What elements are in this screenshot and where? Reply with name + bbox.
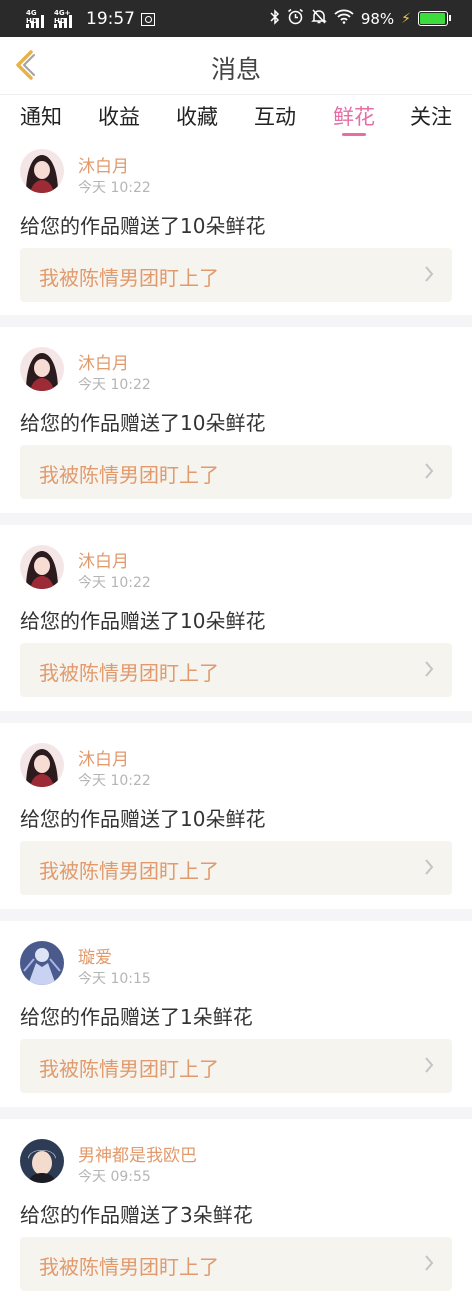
username[interactable]: 沐白月 xyxy=(78,745,129,770)
divider xyxy=(0,1107,472,1119)
nav-bar: 消息 xyxy=(0,37,472,95)
work-title: 我被陈情男团盯上了 xyxy=(39,266,219,290)
status-bar: 4G HD 4G+ HD 19:57 98% ⚡ xyxy=(0,0,472,37)
divider xyxy=(0,315,472,327)
work-title: 我被陈情男团盯上了 xyxy=(39,1057,219,1081)
bluetooth-icon xyxy=(270,8,280,29)
charging-icon: ⚡ xyxy=(401,10,411,27)
divider xyxy=(0,513,472,525)
message-text: 给您的作品赠送了3朵鲜花 xyxy=(20,1203,253,1227)
list-item: 璇爱 今天 10:15 给您的作品赠送了1朵鲜花 我被陈情男团盯上了 xyxy=(0,921,472,1107)
divider xyxy=(0,711,472,723)
active-tab-indicator xyxy=(342,133,366,136)
tab-bar: 通知 收益 收藏 互动 鲜花 关注 xyxy=(0,95,472,137)
chevron-right-icon xyxy=(425,1255,434,1271)
username[interactable]: 沐白月 xyxy=(78,152,129,177)
work-title: 我被陈情男团盯上了 xyxy=(39,463,219,487)
chevron-right-icon xyxy=(425,1057,434,1073)
work-title: 我被陈情男团盯上了 xyxy=(39,661,219,685)
notification-list: 沐白月 今天 10:22 给您的作品赠送了10朵鲜花 我被陈情男团盯上了 沐白月… xyxy=(0,144,472,1291)
divider xyxy=(0,909,472,921)
wifi-icon xyxy=(334,9,354,28)
work-title: 我被陈情男团盯上了 xyxy=(39,1255,219,1279)
username[interactable]: 沐白月 xyxy=(78,547,129,572)
message-text: 给您的作品赠送了1朵鲜花 xyxy=(20,1005,253,1029)
avatar[interactable] xyxy=(20,545,64,589)
username[interactable]: 璇爱 xyxy=(78,943,112,968)
message-text: 给您的作品赠送了10朵鲜花 xyxy=(20,214,266,238)
tab-interactions[interactable]: 互动 xyxy=(254,101,296,131)
message-text: 给您的作品赠送了10朵鲜花 xyxy=(20,609,266,633)
timestamp: 今天 10:22 xyxy=(78,773,151,789)
work-link[interactable]: 我被陈情男团盯上了 xyxy=(20,1039,452,1093)
work-title: 我被陈情男团盯上了 xyxy=(39,859,219,883)
tab-flowers[interactable]: 鲜花 xyxy=(333,101,375,131)
avatar[interactable] xyxy=(20,941,64,985)
battery-icon xyxy=(418,11,451,26)
list-item: 沐白月 今天 10:22 给您的作品赠送了10朵鲜花 我被陈情男团盯上了 xyxy=(0,525,472,711)
battery-percent: 98% xyxy=(360,9,395,28)
timestamp: 今天 10:22 xyxy=(78,575,151,591)
signal-icon: 4G HD xyxy=(26,9,48,28)
work-link[interactable]: 我被陈情男团盯上了 xyxy=(20,643,452,697)
chevron-right-icon xyxy=(425,859,434,875)
chevron-right-icon xyxy=(425,661,434,677)
work-link[interactable]: 我被陈情男团盯上了 xyxy=(20,1237,452,1291)
timestamp: 今天 10:22 xyxy=(78,180,151,196)
page-title: 消息 xyxy=(210,55,261,84)
avatar[interactable] xyxy=(20,1139,64,1183)
timestamp: 今天 09:55 xyxy=(78,1169,151,1185)
tab-notifications[interactable]: 通知 xyxy=(20,101,62,131)
tab-follows[interactable]: 关注 xyxy=(410,101,452,131)
chevron-right-icon xyxy=(425,463,434,479)
signal-icon-2: 4G+ HD xyxy=(54,9,76,28)
work-link[interactable]: 我被陈情男团盯上了 xyxy=(20,248,452,302)
list-item: 沐白月 今天 10:22 给您的作品赠送了10朵鲜花 我被陈情男团盯上了 xyxy=(0,723,472,909)
avatar[interactable] xyxy=(20,149,64,193)
clock: 19:57 xyxy=(86,9,135,29)
list-item: 沐白月 今天 10:22 给您的作品赠送了10朵鲜花 我被陈情男团盯上了 xyxy=(0,144,472,315)
message-text: 给您的作品赠送了10朵鲜花 xyxy=(20,807,266,831)
username[interactable]: 沐白月 xyxy=(78,349,129,374)
tab-favorites[interactable]: 收藏 xyxy=(176,101,218,131)
username[interactable]: 男神都是我欧巴 xyxy=(78,1141,197,1166)
mute-icon xyxy=(311,8,327,29)
list-item: 男神都是我欧巴 今天 09:55 给您的作品赠送了3朵鲜花 我被陈情男团盯上了 xyxy=(0,1119,472,1291)
message-text: 给您的作品赠送了10朵鲜花 xyxy=(20,411,266,435)
tab-earnings[interactable]: 收益 xyxy=(98,101,140,131)
timestamp: 今天 10:22 xyxy=(78,377,151,393)
timestamp: 今天 10:15 xyxy=(78,971,151,987)
work-link[interactable]: 我被陈情男团盯上了 xyxy=(20,841,452,895)
alarm-icon xyxy=(287,8,304,29)
work-link[interactable]: 我被陈情男团盯上了 xyxy=(20,445,452,499)
chevron-right-icon xyxy=(425,266,434,282)
list-item: 沐白月 今天 10:22 给您的作品赠送了10朵鲜花 我被陈情男团盯上了 xyxy=(0,327,472,513)
avatar[interactable] xyxy=(20,743,64,787)
screenshot-icon xyxy=(141,12,155,26)
avatar[interactable] xyxy=(20,347,64,391)
